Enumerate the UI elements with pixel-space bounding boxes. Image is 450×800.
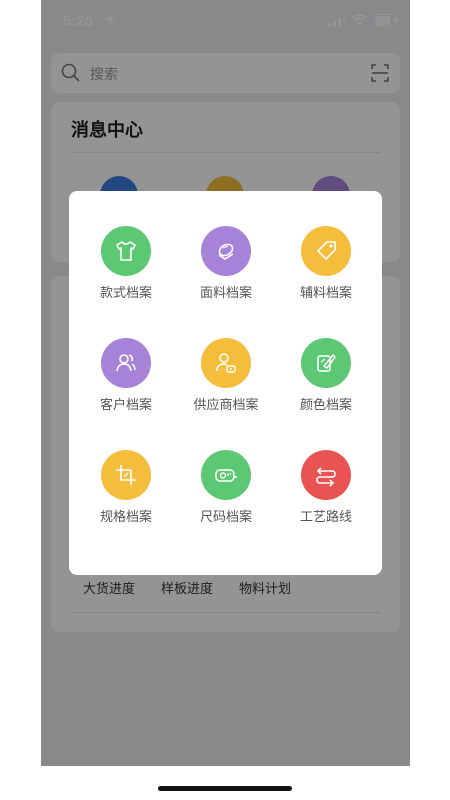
menu-item-process-route[interactable]: 工艺路线 xyxy=(276,450,376,530)
menu-item-style-archive[interactable]: 款式档案 xyxy=(76,226,176,306)
menu-item-label: 供应商档案 xyxy=(193,398,259,413)
menu-item-label: 款式档案 xyxy=(99,286,152,301)
menu-item-color-archive[interactable]: 颜色档案 xyxy=(276,338,376,418)
palette-icon xyxy=(301,338,351,388)
customers-icon xyxy=(101,338,151,388)
menu-item-customer-archive[interactable]: 客户档案 xyxy=(76,338,176,418)
archive-menu-modal: 款式档案 面料档案 辅料档案 客户档案 供应商档案 颜色档案 规格档案 尺码档案… xyxy=(69,191,382,575)
menu-item-accessory-archive[interactable]: 辅料档案 xyxy=(276,226,376,306)
menu-item-label: 规格档案 xyxy=(99,510,152,525)
menu-item-label: 工艺路线 xyxy=(299,510,352,525)
menu-item-supplier-archive[interactable]: 供应商档案 xyxy=(176,338,276,418)
fabric-icon xyxy=(201,226,251,276)
phone-screen: 5:28 搜索 消息中心 大货进度 样板进度 物料计划 款式档案 面料档案 辅料… xyxy=(41,0,410,766)
menu-item-size-archive[interactable]: 尺码档案 xyxy=(176,450,276,530)
supplier-icon xyxy=(201,338,251,388)
shirt-icon xyxy=(101,226,151,276)
menu-item-fabric-archive[interactable]: 面料档案 xyxy=(176,226,276,306)
menu-item-label: 尺码档案 xyxy=(199,510,252,525)
home-indicator[interactable] xyxy=(158,786,292,791)
crop-icon xyxy=(101,450,151,500)
route-icon xyxy=(301,450,351,500)
tag-icon xyxy=(301,226,351,276)
tape-measure-icon xyxy=(201,450,251,500)
menu-item-label: 面料档案 xyxy=(199,286,252,301)
menu-item-label: 颜色档案 xyxy=(299,398,352,413)
menu-item-spec-archive[interactable]: 规格档案 xyxy=(76,450,176,530)
menu-item-label: 辅料档案 xyxy=(299,286,352,301)
menu-item-label: 客户档案 xyxy=(99,398,152,413)
